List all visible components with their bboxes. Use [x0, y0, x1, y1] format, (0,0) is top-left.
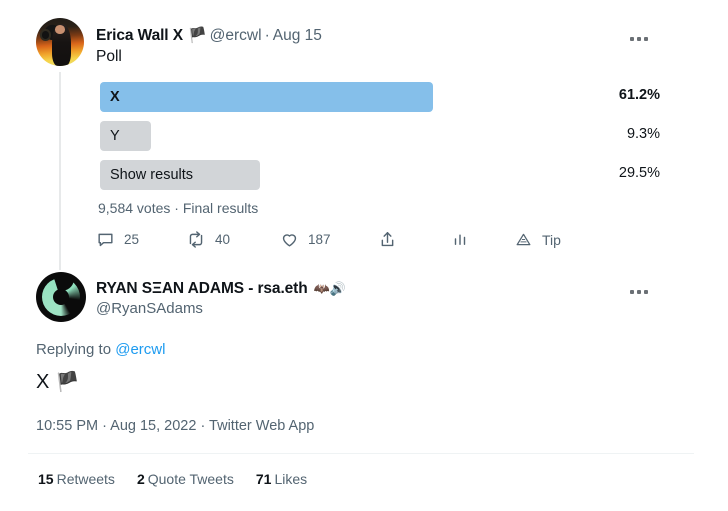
like-action[interactable]: 187 — [280, 230, 331, 249]
tip-action[interactable]: Tip — [514, 230, 561, 249]
tweet-date[interactable]: Aug 15 — [273, 27, 322, 44]
quote-tweets-label: Quote Tweets — [147, 471, 234, 487]
tip-triangle-icon — [514, 230, 533, 249]
poll-tweet-action-bar: 25 40 187 Tip — [96, 230, 566, 256]
retweet-action[interactable]: 40 — [186, 230, 230, 249]
author-display-name[interactable]: Erica Wall X — [96, 27, 183, 44]
reply-count: 25 — [124, 232, 140, 247]
author-emoji-badges-icon: 🦇🔊 — [313, 281, 346, 296]
reply-icon — [96, 230, 115, 249]
reply-timestamp: 10:55 PM · Aug 15, 2022 · Twitter Web Ap… — [36, 418, 315, 434]
poll-option-x-label: X — [110, 89, 120, 105]
poll-option-x-bar[interactable]: X — [100, 82, 433, 112]
reply-body-letter: X — [36, 371, 50, 393]
header-separator: · — [264, 27, 270, 44]
avatar[interactable] — [36, 272, 86, 322]
poll-option-y-label: Y — [110, 128, 120, 144]
poll-vote-count-meta: 9,584 votes · Final results — [98, 200, 259, 216]
author-handle[interactable]: @ercwl — [210, 27, 262, 44]
quote-tweets-stat[interactable]: 2 Quote Tweets — [137, 471, 234, 487]
tweet-thread-page: Erica Wall X 🏴 @ercwl · Aug 15 Poll X 61.2% … — [0, 0, 728, 511]
poll-tweet-body-text: Poll — [96, 48, 122, 65]
quote-tweets-count: 2 — [136, 471, 145, 487]
reply-author-display-name[interactable]: RYAN SΞAN ADAMS - rsa.eth — [96, 280, 308, 297]
like-count: 187 — [308, 232, 331, 247]
three-dots-icon-poll-tweet[interactable] — [622, 28, 656, 50]
analytics-bars-icon — [451, 230, 469, 248]
poll-option-row: Y 9.3% — [100, 121, 660, 157]
retweets-stat[interactable]: 15 Retweets — [38, 471, 115, 487]
avatar-erica-wall[interactable] — [36, 18, 86, 66]
replying-to-line: Replying to @ercwl — [36, 341, 165, 358]
poll-option-row: X 61.2% — [100, 82, 660, 118]
analytics-action[interactable] — [451, 230, 469, 248]
replying-to-prefix: Replying to — [36, 341, 116, 358]
tip-label: Tip — [542, 231, 561, 248]
poll-tweet-header: Erica Wall X 🏴 @ercwl · Aug 15 — [96, 26, 322, 45]
avatar-center-dot — [53, 289, 69, 305]
likes-label: Likes — [274, 471, 308, 487]
reply-author-handle[interactable]: @RyanSAdams — [96, 300, 203, 317]
thread-connector-line — [59, 72, 61, 270]
reply-action[interactable]: 25 — [96, 230, 139, 249]
poll-option-x-percent: 61.2% — [618, 87, 660, 103]
black-flag-icon: 🏴 — [187, 27, 207, 44]
likes-stat[interactable]: 71 Likes — [256, 471, 307, 487]
stats-divider — [28, 453, 694, 454]
share-action[interactable] — [378, 230, 397, 249]
black-flag-icon: 🏴 — [55, 372, 80, 393]
three-dots-icon-reply-tweet[interactable] — [622, 281, 656, 303]
reply-tweet-header: RYAN SΞAN ADAMS - rsa.eth 🦇🔊 — [96, 280, 346, 298]
replying-to-handle-link[interactable]: @ercwl — [115, 341, 165, 358]
poll-widget: X 61.2% Y 9.3% Show results 29.5% — [100, 82, 660, 199]
retweets-count: 15 — [38, 471, 54, 487]
avatar-face — [55, 25, 65, 34]
retweets-label: Retweets — [56, 471, 115, 487]
avatar[interactable] — [36, 18, 84, 66]
poll-option-show-results-bar[interactable]: Show results — [100, 160, 260, 190]
likes-count: 71 — [255, 471, 272, 487]
avatar-accent-dot — [41, 31, 49, 39]
poll-option-y-bar[interactable]: Y — [100, 121, 151, 151]
poll-option-show-results-label: Show results — [110, 167, 194, 183]
retweet-count: 40 — [215, 232, 231, 247]
reply-engagement-stats: 15 Retweets 2 Quote Tweets 71 Likes — [38, 471, 307, 487]
retweet-icon — [186, 230, 206, 249]
heart-icon — [280, 230, 299, 249]
reply-body-text: X 🏴 — [36, 370, 80, 394]
avatar-ryan-sean-adams[interactable] — [36, 272, 86, 322]
share-icon — [378, 230, 397, 249]
poll-option-y-percent: 9.3% — [626, 126, 660, 142]
poll-option-show-results-percent: 29.5% — [618, 165, 660, 181]
poll-option-row: Show results 29.5% — [100, 160, 660, 196]
